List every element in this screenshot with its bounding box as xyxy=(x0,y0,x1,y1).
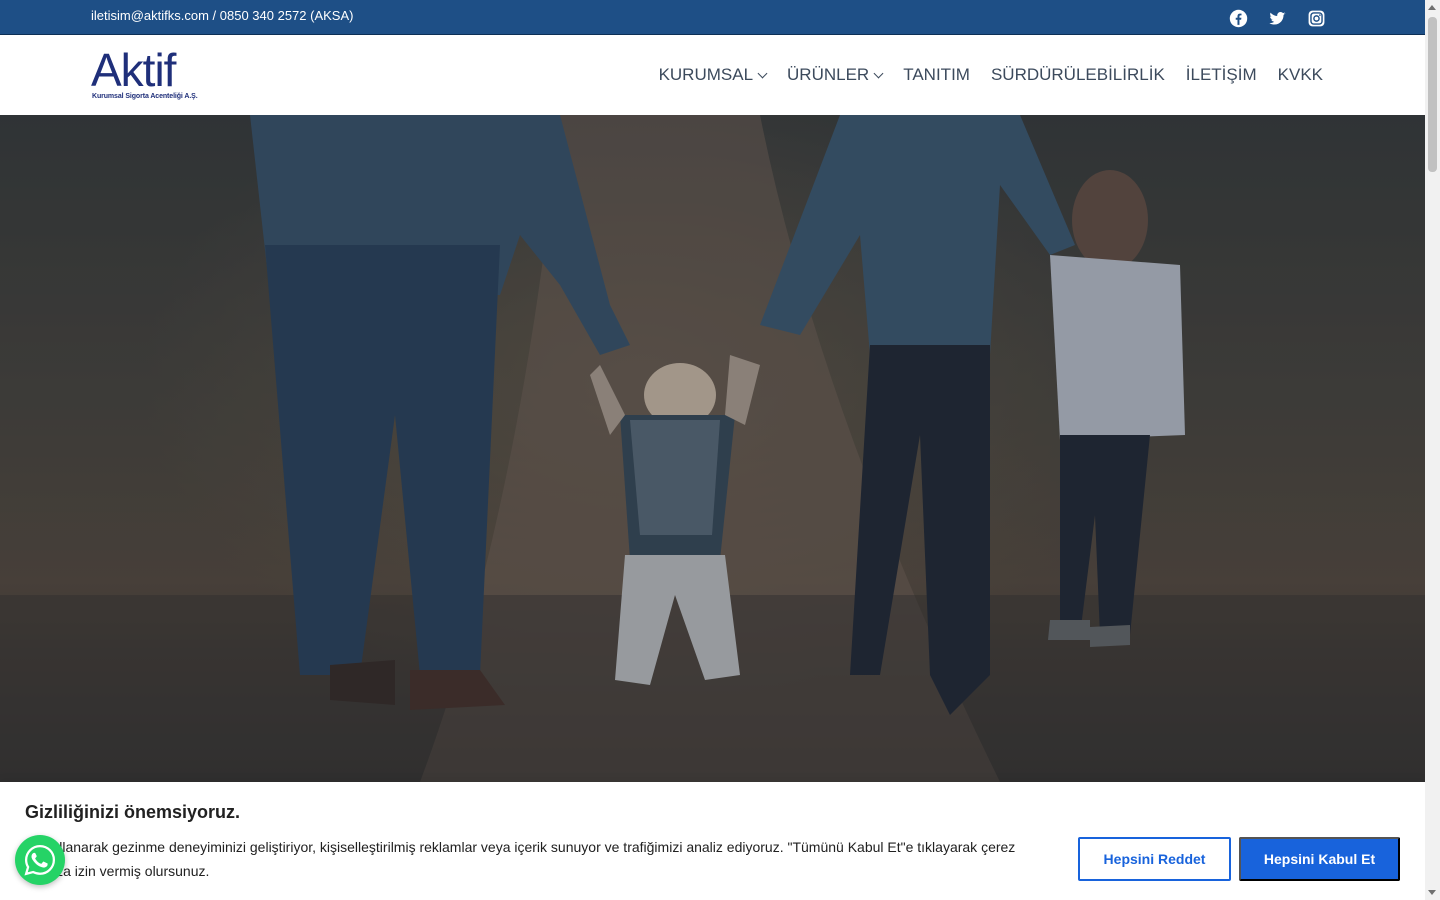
top-bar: iletisim@aktifks.com / 0850 340 2572 (AK… xyxy=(0,0,1425,35)
cookie-title: Gizliliğinizi önemsiyoruz. xyxy=(25,802,241,822)
nav-item-iletisim[interactable]: İLETİŞİM xyxy=(1186,65,1257,85)
whatsapp-button[interactable] xyxy=(15,835,65,885)
site-header: Aktif Kurumsal Sigorta Acenteliği A.Ş. K… xyxy=(0,35,1425,115)
nav-item-kurumsal[interactable]: KURUMSAL xyxy=(659,65,768,85)
chevron-down-icon xyxy=(757,68,768,79)
hero-image xyxy=(0,115,1425,782)
cookie-banner: Gizliliğinizi önemsiyoruz. eri kullanara… xyxy=(0,782,1425,900)
nav-item-urunler[interactable]: ÜRÜNLER xyxy=(787,65,884,85)
page-scrollbar[interactable] xyxy=(1425,0,1440,900)
nav-item-surdurulebilirlik[interactable]: SÜRDÜRÜLEBİLİRLİK xyxy=(991,65,1165,85)
whatsapp-icon xyxy=(24,844,56,876)
main-nav: KURUMSAL ÜRÜNLER TANITIM SÜRDÜRÜLEBİLİRL… xyxy=(638,35,1323,115)
nav-item-tanitim[interactable]: TANITIM xyxy=(903,65,970,85)
logo[interactable]: Aktif Kurumsal Sigorta Acenteliği A.Ş. xyxy=(91,47,211,105)
chevron-down-icon xyxy=(873,68,884,79)
instagram-icon[interactable] xyxy=(1306,8,1326,28)
contact-info: iletisim@aktifks.com / 0850 340 2572 (AK… xyxy=(91,8,354,23)
scrollbar-thumb[interactable] xyxy=(1428,17,1437,172)
twitter-icon[interactable] xyxy=(1267,8,1287,28)
logo-tagline: Kurumsal Sigorta Acenteliği A.Ş. xyxy=(92,93,198,100)
scroll-down-icon[interactable] xyxy=(1428,890,1436,895)
reject-all-button[interactable]: Hepsini Reddet xyxy=(1078,837,1231,881)
hero-overlay xyxy=(0,115,1425,782)
scroll-up-icon[interactable] xyxy=(1428,5,1436,10)
nav-item-kvkk[interactable]: KVKK xyxy=(1278,65,1323,85)
logo-word: Aktif xyxy=(91,44,176,96)
cookie-text: eri kullanarak gezinme deneyiminizi geli… xyxy=(25,839,1016,879)
facebook-icon[interactable] xyxy=(1228,8,1248,28)
accept-all-button[interactable]: Hepsini Kabul Et xyxy=(1239,837,1400,881)
